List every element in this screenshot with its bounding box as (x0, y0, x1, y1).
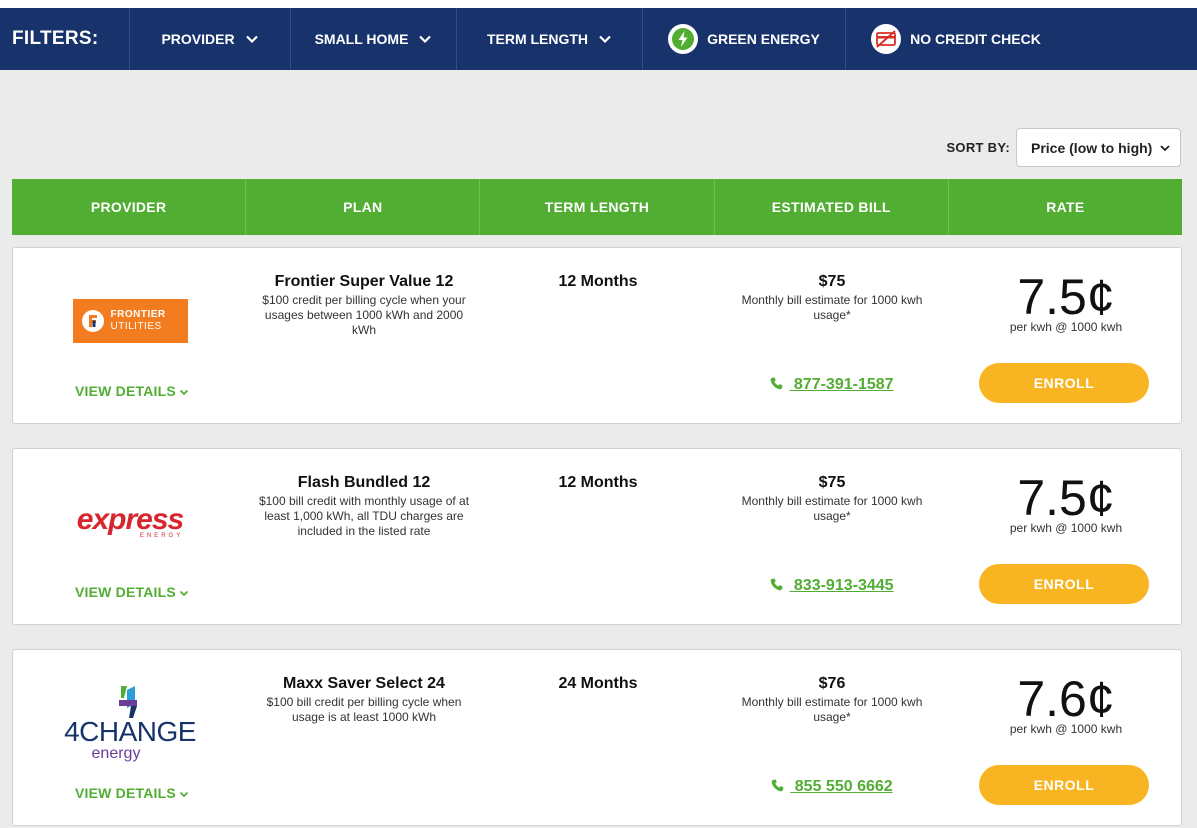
lightning-bolt-icon (668, 24, 699, 54)
rate-cell: 7.6¢ per kwh @ 1000 kwh (949, 670, 1183, 736)
view-details-label: VIEW DETAILS (75, 785, 176, 801)
plan-name: Maxx Saver Select 24 (283, 675, 445, 692)
enroll-button[interactable]: ENROLL (979, 765, 1149, 805)
view-details-link[interactable]: VIEW DETAILS (75, 785, 189, 801)
bill-cell: $75 Monthly bill estimate for 1000 kwh u… (715, 273, 949, 323)
provider-cell: 4CHANGE energy VIEW DETAILS (13, 650, 247, 825)
bill-cell: $76 Monthly bill estimate for 1000 kwh u… (715, 675, 949, 725)
phone-number: 855 550 6662 (794, 778, 893, 795)
rate-note: per kwh @ 1000 kwh (1009, 521, 1123, 535)
no-credit-card-icon (871, 24, 902, 54)
plan-name: Flash Bundled 12 (297, 474, 431, 491)
enroll-button[interactable]: ENROLL (979, 564, 1149, 604)
chevron-down-icon (419, 35, 432, 44)
phone-link[interactable]: 833-913-3445 (715, 577, 949, 595)
sort-label: SORT BY: (946, 140, 1010, 155)
sort-control: SORT BY: Price (low to high) (946, 128, 1181, 167)
logo-text-line2: UTILITIES (110, 321, 162, 332)
term-length: 12 Months (558, 273, 638, 290)
view-details-label: VIEW DETAILS (75, 383, 176, 399)
chevron-down-icon (179, 389, 189, 396)
filter-green-energy-toggle[interactable]: GREEN ENERGY (643, 8, 846, 70)
4change-mark-icon (119, 686, 137, 718)
plan-cell: Flash Bundled 12 $100 bill credit with m… (247, 474, 481, 539)
header-provider: PROVIDER (12, 179, 247, 235)
logo-text-line1: express (76, 503, 184, 536)
plan-description: $100 bill credit per billing cycle when … (266, 695, 462, 724)
header-estimated-bill: ESTIMATED BILL (715, 179, 949, 235)
chevron-down-icon (179, 590, 189, 597)
frontier-utilities-logo: FRONTIER UTILITIES (13, 276, 247, 366)
term-length: 12 Months (558, 474, 638, 491)
plan-card: 4CHANGE energy VIEW DETAILS Maxx Saver S… (12, 649, 1182, 826)
header-rate: RATE (1046, 199, 1085, 215)
header-plan: PLAN (246, 179, 481, 235)
plan-card: FRONTIER UTILITIES VIEW DETAILS Frontier… (12, 247, 1182, 424)
chevron-down-icon (599, 35, 611, 44)
filter-provider-dropdown[interactable]: PROVIDER (130, 8, 291, 70)
plan-description: $100 credit per billing cycle when your … (262, 293, 466, 337)
filters-title: FILTERS: (0, 8, 130, 70)
rate-value: 7.6¢ (1017, 671, 1115, 727)
provider-cell: FRONTIER UTILITIES VIEW DETAILS (13, 248, 247, 423)
rate-value: 7.5¢ (1017, 470, 1115, 526)
phone-icon (771, 578, 783, 591)
phone-number: 833-913-3445 (793, 577, 894, 594)
table-header: PROVIDER PLAN TERM LENGTH ESTIMATED BILL… (12, 179, 1182, 235)
filter-provider-label: PROVIDER (161, 31, 235, 47)
filter-home-size-dropdown[interactable]: SMALL HOME (291, 8, 457, 70)
term-length: 24 Months (558, 675, 638, 692)
bill-note: Monthly bill estimate for 1000 kwh usage… (741, 293, 923, 322)
filter-no-credit-check-label: NO CREDIT CHECK (910, 31, 1041, 47)
phone-number: 877-391-1587 (793, 376, 894, 393)
sort-select[interactable]: Price (low to high) (1016, 128, 1181, 167)
rate-value: 7.5¢ (1017, 269, 1115, 325)
4change-energy-logo: 4CHANGE energy (13, 678, 247, 768)
phone-icon (771, 779, 784, 792)
plan-cell: Maxx Saver Select 24 $100 bill credit pe… (247, 675, 481, 725)
plan-card: express ENERGY VIEW DETAILS Flash Bundle… (12, 448, 1182, 625)
bill-cell: $75 Monthly bill estimate for 1000 kwh u… (715, 474, 949, 524)
filter-bar: FILTERS: PROVIDER SMALL HOME TERM LENGTH… (0, 8, 1197, 70)
phone-link[interactable]: 877-391-1587 (715, 376, 949, 394)
bill-note: Monthly bill estimate for 1000 kwh usage… (741, 494, 923, 523)
logo-text-line1: 4CHANGE (64, 716, 196, 747)
chevron-down-icon (245, 35, 258, 44)
top-strip (0, 0, 1197, 8)
phone-icon (771, 377, 783, 390)
rate-note: per kwh @ 1000 kwh (1009, 320, 1123, 334)
express-energy-logo: express ENERGY (13, 477, 247, 567)
plan-name: Frontier Super Value 12 (274, 273, 454, 290)
filter-green-energy-label: GREEN ENERGY (707, 31, 820, 47)
view-details-label: VIEW DETAILS (75, 584, 176, 600)
bill-amount: $75 (818, 474, 846, 491)
provider-cell: express ENERGY VIEW DETAILS (13, 449, 247, 624)
rate-note: per kwh @ 1000 kwh (1009, 722, 1123, 736)
logo-text-line2: energy (91, 745, 141, 762)
enroll-button[interactable]: ENROLL (979, 363, 1149, 403)
plan-cell: Frontier Super Value 12 $100 credit per … (247, 273, 481, 338)
phone-link[interactable]: 855 550 6662 (715, 778, 949, 796)
view-details-link[interactable]: VIEW DETAILS (75, 584, 189, 600)
bill-amount: $75 (818, 273, 846, 290)
rate-cell: 7.5¢ per kwh @ 1000 kwh (949, 268, 1183, 334)
chevron-down-icon (1160, 144, 1170, 151)
filter-term-length-label: TERM LENGTH (486, 31, 589, 47)
filter-term-length-dropdown[interactable]: TERM LENGTH (457, 8, 643, 70)
bill-amount: $76 (818, 675, 846, 692)
filter-no-credit-check-toggle[interactable]: NO CREDIT CHECK (846, 8, 1066, 70)
logo-text-line1: FRONTIER (110, 309, 166, 320)
view-details-link[interactable]: VIEW DETAILS (75, 383, 189, 399)
rate-cell: 7.5¢ per kwh @ 1000 kwh (949, 469, 1183, 535)
sort-selected-value: Price (low to high) (1031, 139, 1153, 156)
filter-home-size-label: SMALL HOME (314, 31, 409, 47)
header-term-length: TERM LENGTH (480, 179, 715, 235)
plan-description: $100 bill credit with monthly usage of a… (258, 494, 470, 538)
chevron-down-icon (179, 791, 189, 798)
bill-note: Monthly bill estimate for 1000 kwh usage… (741, 695, 923, 724)
